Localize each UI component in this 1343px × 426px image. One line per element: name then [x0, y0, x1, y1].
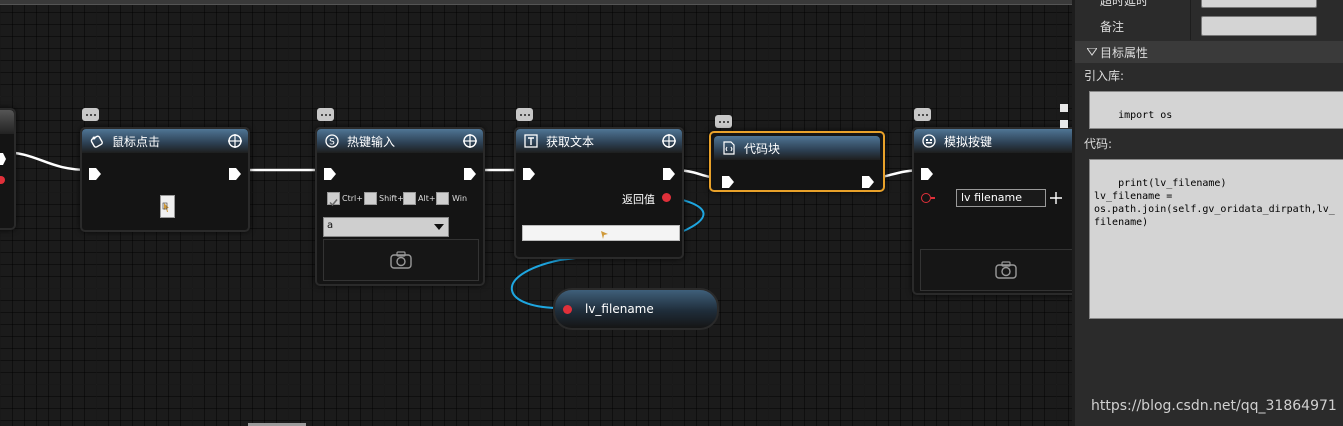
data-input-pin-tail: [931, 197, 935, 199]
watermark: https://blog.csdn.net/qq_31864971: [1091, 398, 1337, 414]
section-target-properties[interactable]: 目标属性: [1075, 41, 1343, 63]
exec-output-pin[interactable]: [663, 165, 675, 180]
exec-input-pin[interactable]: [921, 165, 933, 180]
node-get-text[interactable]: 获取文本 返回值: [514, 127, 684, 259]
crosshair-icon[interactable]: [462, 133, 478, 149]
node-title: 热键输入: [347, 134, 396, 149]
node-code-block[interactable]: 代码块: [709, 131, 885, 192]
node-title: 鼠标点击: [112, 134, 161, 149]
camera-icon[interactable]: [390, 251, 412, 269]
dropdown-arrow-icon: [434, 224, 444, 230]
add-icon[interactable]: [1050, 192, 1062, 204]
exec-output-pin[interactable]: [229, 165, 241, 180]
property-panel: 超时延时 备注 目标属性 引入库: import os 代码: print(lv…: [1072, 0, 1343, 426]
node-title: 模拟按键: [944, 134, 993, 149]
import-text: import os: [1118, 110, 1173, 121]
key-input-value: lv filename: [961, 191, 1023, 204]
exec-output-pin[interactable]: [464, 165, 476, 180]
checkbox-alt[interactable]: [403, 192, 416, 205]
variable-name: lv_filename: [585, 302, 654, 316]
exec-output-pin[interactable]: [0, 150, 6, 165]
vertical-scroll-marker[interactable]: [1060, 104, 1068, 112]
output-label: 返回值: [622, 193, 655, 206]
comment-icon[interactable]: [317, 108, 334, 121]
exec-input-pin[interactable]: [89, 165, 101, 180]
crosshair-icon[interactable]: [661, 133, 677, 149]
data-pin[interactable]: [0, 176, 5, 184]
key-select-value: a: [327, 220, 334, 231]
checkbox-label-win: Win: [452, 194, 468, 203]
cursor-icon: [601, 231, 608, 239]
panel-divider: [1190, 0, 1191, 40]
data-input-pin[interactable]: [921, 193, 931, 203]
timeout-field[interactable]: [1201, 0, 1317, 8]
comment-icon[interactable]: [516, 108, 533, 121]
node-mouse-click[interactable]: 鼠标点击: [80, 127, 250, 232]
text-icon: [524, 134, 538, 148]
checkbox-shift[interactable]: [364, 192, 377, 205]
vertical-scroll-marker-2[interactable]: [1060, 120, 1068, 128]
partial-node-left[interactable]: [0, 108, 16, 230]
text-input[interactable]: [522, 225, 680, 241]
code-textarea[interactable]: print(lv_filename) lv_filename = os.path…: [1089, 159, 1343, 319]
comment-icon[interactable]: [82, 108, 99, 121]
node-simulate-key[interactable]: 模拟按键 lv filename: [912, 127, 1072, 295]
checkbox-win[interactable]: [436, 192, 449, 205]
return-value-pin[interactable]: [662, 193, 671, 202]
checkbox-label-shift: Shift+: [379, 194, 404, 203]
keyboard-icon: [922, 134, 936, 148]
checkbox-ctrl[interactable]: [327, 192, 340, 207]
mouse-click-icon: [90, 134, 104, 148]
variable-node[interactable]: lv_filename: [553, 288, 719, 330]
checkbox-label-alt: Alt+: [418, 194, 436, 203]
import-textarea[interactable]: import os: [1089, 91, 1343, 129]
code-text: print(lv_filename) lv_filename = os.path…: [1094, 178, 1335, 228]
node-hotkey-input[interactable]: S 热键输入 Ctrl+ Shift+ Alt+ Win a: [315, 127, 485, 286]
key-input-field[interactable]: lv filename: [956, 189, 1046, 207]
note-label: 备注: [1100, 20, 1125, 34]
target-thumbnail[interactable]: [160, 195, 175, 218]
comment-icon[interactable]: [914, 108, 931, 121]
camera-icon[interactable]: [995, 261, 1017, 279]
exec-input-pin[interactable]: [324, 165, 336, 180]
crosshair-icon[interactable]: [227, 133, 243, 149]
node-header: S 热键输入: [317, 129, 483, 153]
import-label: 引入库:: [1084, 69, 1125, 83]
code-label: 代码:: [1084, 137, 1113, 151]
checkbox-label-ctrl: Ctrl+: [342, 194, 363, 203]
comment-icon[interactable]: [715, 115, 732, 128]
node-header: 模拟按键: [914, 129, 1072, 153]
node-title: 获取文本: [546, 134, 595, 149]
hotkey-icon: S: [325, 134, 339, 148]
node-header: 代码块: [714, 136, 880, 160]
key-select[interactable]: a: [323, 217, 449, 237]
exec-input-pin[interactable]: [523, 165, 535, 180]
screenshot-area[interactable]: [323, 239, 479, 281]
variable-pin[interactable]: [563, 305, 572, 314]
screenshot-area[interactable]: [920, 249, 1072, 291]
note-field[interactable]: [1201, 16, 1317, 36]
timeout-label-partial: 超时延时: [1100, 0, 1149, 8]
section-title: 目标属性: [1100, 46, 1149, 60]
flow-canvas[interactable]: 鼠标点击 S 热键输入 Ctrl+ Shift+ Alt+ Win a 获取文本…: [0, 0, 1072, 426]
node-header: 获取文本: [516, 129, 682, 153]
node-title: 代码块: [744, 141, 781, 156]
code-file-icon: [722, 141, 736, 155]
exec-output-pin[interactable]: [862, 173, 874, 188]
svg-text:S: S: [329, 138, 335, 148]
exec-input-pin[interactable]: [722, 173, 734, 188]
collapse-triangle-icon[interactable]: [1087, 48, 1097, 56]
node-header: 鼠标点击: [82, 129, 248, 153]
